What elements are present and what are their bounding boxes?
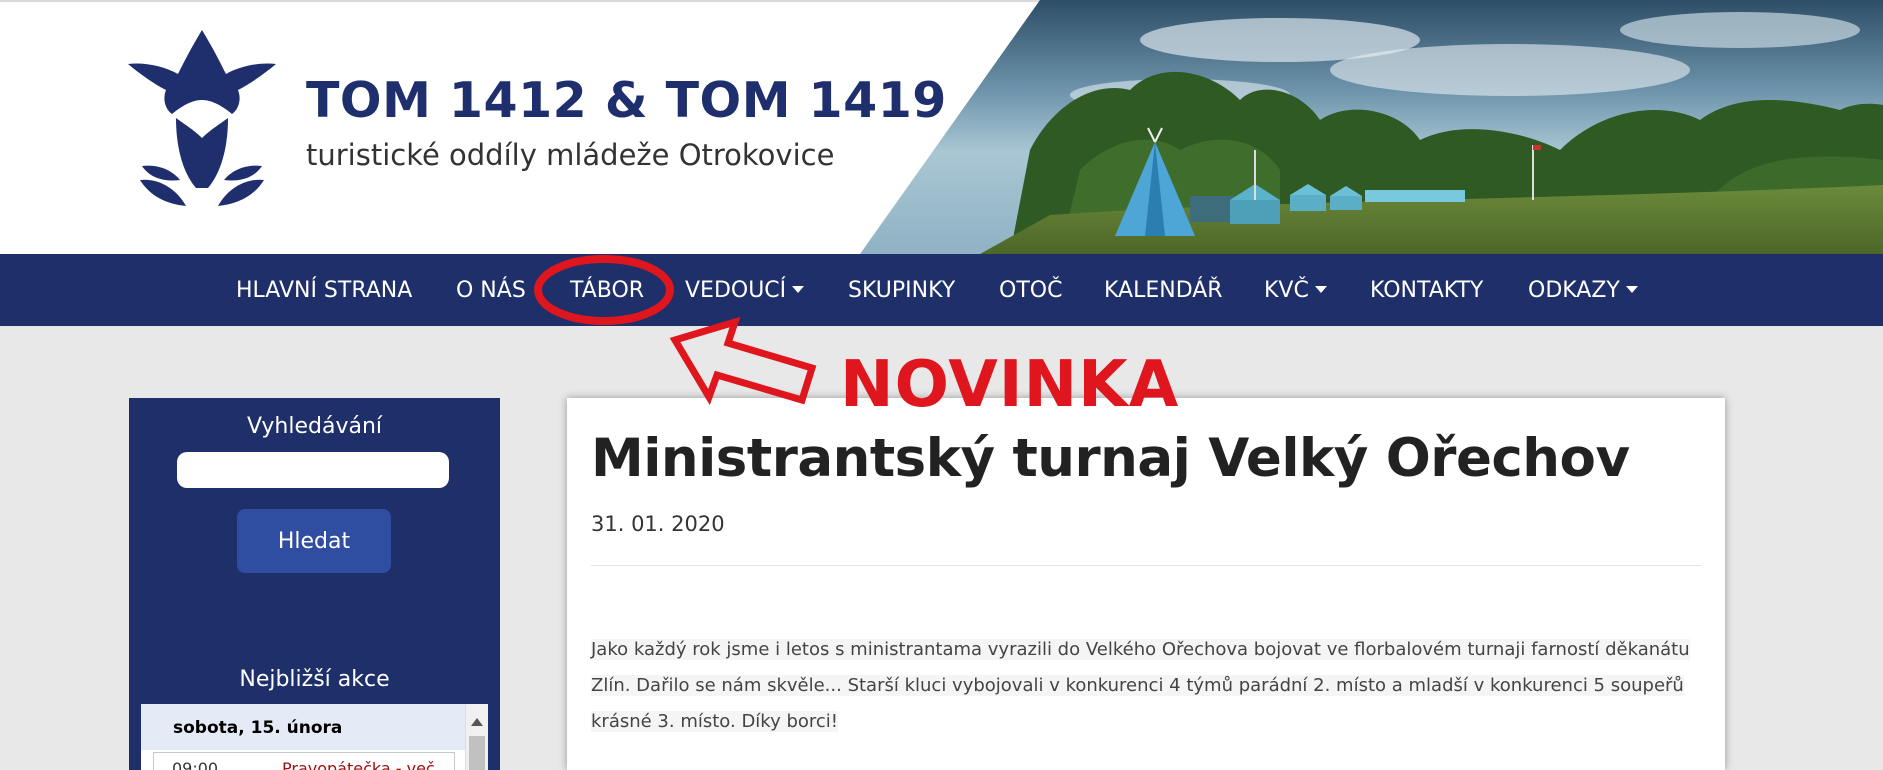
article-title: Ministrantský turnaj Velký Ořechov (591, 428, 1630, 489)
chevron-down-icon (1314, 286, 1327, 293)
camp-banner-image (860, 0, 1883, 254)
event-row[interactable]: 09:00 Pravopátečka - več (153, 752, 455, 770)
arrow-icon (669, 316, 817, 406)
chevron-down-icon (792, 286, 805, 293)
nav-item-kalendar[interactable]: KALENDÁŘ (1104, 254, 1223, 326)
nav-item-kvc[interactable]: KVČ (1264, 254, 1327, 326)
article-line-text: Zlín. Dařilo se nám skvěle... Starší klu… (591, 675, 1684, 696)
article-line: krásné 3. místo. Díky borci! (591, 704, 1711, 740)
nav-item-vedouci[interactable]: VEDOUCÍ (685, 254, 805, 326)
article-body: Jako každý rok jsme i letos s ministrant… (591, 632, 1711, 740)
event-time: 09:00 (172, 759, 219, 770)
nav-item-odkazy[interactable]: ODKAZY (1528, 254, 1638, 326)
article-date: 31. 01. 2020 (591, 512, 725, 536)
event-name[interactable]: Pravopátečka - več (282, 759, 435, 770)
nav-label: OTOČ (999, 278, 1063, 303)
sidebar: Vyhledávání Hledat Nejbližší akce sobota… (129, 398, 500, 770)
search-button[interactable]: Hledat (237, 509, 391, 573)
nav-label: KALENDÁŘ (1104, 278, 1223, 303)
nav-item-hlavni-strana[interactable]: HLAVNÍ STRANA (236, 254, 412, 326)
article-line-text: krásné 3. místo. Díky borci! (591, 711, 839, 732)
divider (591, 565, 1701, 566)
nav-label: ODKAZY (1528, 278, 1620, 303)
site-title[interactable]: TOM 1412 & TOM 1419 (306, 72, 947, 129)
main-navigation: HLAVNÍ STRANA O NÁS TÁBOR VEDOUCÍ SKUPIN… (0, 254, 1883, 326)
nav-label: VEDOUCÍ (685, 278, 787, 303)
nav-label: KONTAKTY (1370, 278, 1484, 303)
site-header: TOM 1412 & TOM 1419 turistické oddíly ml… (0, 0, 1883, 254)
search-heading: Vyhledávání (246, 414, 383, 439)
novinka-label: NOVINKA (840, 348, 1180, 422)
nav-label: TÁBOR (570, 278, 645, 303)
nav-label: HLAVNÍ STRANA (236, 278, 413, 303)
nav-item-o-nas[interactable]: O NÁS (456, 254, 526, 326)
article-card: Ministrantský turnaj Velký Ořechov 31. 0… (567, 398, 1725, 770)
nav-label: KVČ (1264, 278, 1309, 303)
events-list[interactable]: sobota, 15. února 09:00 Pravopátečka - v… (141, 704, 488, 770)
scroll-up-icon[interactable] (471, 718, 483, 726)
chevron-down-icon (1625, 286, 1638, 293)
nav-item-skupinky[interactable]: SKUPINKY (848, 254, 955, 326)
nav-item-kontakty[interactable]: KONTAKTY (1370, 254, 1483, 326)
search-input[interactable] (177, 452, 449, 488)
nav-item-otoc[interactable]: OTOČ (999, 254, 1062, 326)
article-line: Zlín. Dařilo se nám skvěle... Starší klu… (591, 668, 1711, 704)
events-heading: Nejbližší akce (239, 667, 390, 692)
article-line: Jako každý rok jsme i letos s ministrant… (591, 632, 1711, 668)
event-date: sobota, 15. února (141, 704, 466, 750)
scroll-thumb[interactable] (469, 736, 485, 770)
nav-item-tabor[interactable]: TÁBOR (570, 254, 644, 326)
article-line-text: Jako každý rok jsme i letos s ministrant… (591, 639, 1690, 660)
nav-label: SKUPINKY (848, 278, 956, 303)
gentian-logo-icon[interactable] (128, 28, 276, 214)
events-scrollbar[interactable] (465, 704, 488, 770)
nav-label: O NÁS (456, 278, 526, 303)
site-subtitle: turistické oddíly mládeže Otrokovice (306, 138, 835, 172)
